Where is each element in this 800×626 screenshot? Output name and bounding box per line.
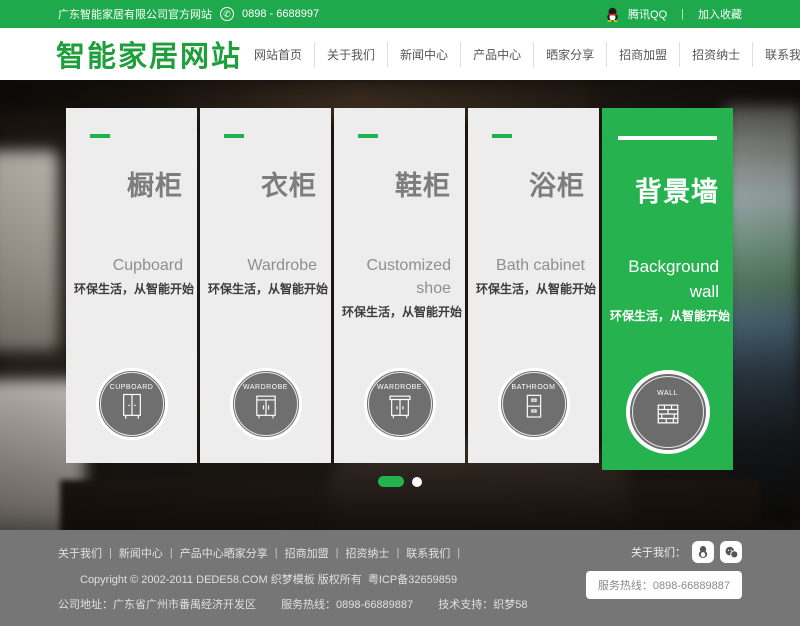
card-badge: CUPBOARD — [96, 368, 168, 440]
nav-item-share[interactable]: 晒家分享 — [533, 42, 606, 67]
product-category-cards: 橱柜 Cupboard 环保生活，从智能开始 CUPBOARD 衣柜 — [66, 108, 733, 470]
company-name: 广东智能家居有限公司官方网站 — [58, 6, 212, 22]
card-badge-label: BATHROOM — [501, 384, 567, 391]
nav-item-contact[interactable]: 联系我们 — [752, 42, 800, 67]
card-accent-dash — [90, 134, 110, 138]
card-badge: BATHROOM — [498, 368, 570, 440]
tech-support: 技术支持：织梦58 — [438, 599, 527, 611]
nav-item-home[interactable]: 网站首页 — [242, 42, 314, 67]
card-badge: WARDROBE — [230, 368, 302, 440]
card-text: Customized shoe 环保生活，从智能开始 — [342, 254, 451, 320]
footer-about-label: 关于我们： — [631, 544, 686, 560]
wall-icon — [652, 398, 684, 430]
phone-icon: ✆ — [220, 7, 234, 21]
nav-item-news[interactable]: 新闻中心 — [387, 42, 460, 67]
footer-link-news[interactable]: 新闻中心 — [119, 545, 163, 561]
card-badge: WARDROBE — [364, 368, 436, 440]
card-bath-cabinet[interactable]: 浴柜 Bath cabinet 环保生活，从智能开始 BATHROOM — [468, 108, 599, 463]
qq-penguin-icon — [605, 7, 620, 22]
service-hotline: 服务热线：0898-66889887 — [281, 599, 413, 611]
nav-item-products[interactable]: 产品中心 — [460, 42, 533, 67]
site-header: 智能家居网站 网站首页 关于我们 新闻中心 产品中心 晒家分享 招商加盟 招资纳… — [0, 28, 800, 80]
add-favorite-link[interactable]: 加入收藏 — [698, 6, 742, 22]
card-subtitle: Cupboard — [74, 254, 183, 277]
page: 广东智能家居有限公司官方网站 ✆ 0898 - 6688997 腾讯QQ | 加… — [0, 0, 800, 626]
footer-separator: | — [109, 547, 112, 559]
card-badge-label: WARDROBE — [233, 384, 299, 391]
card-subtitle: Customized shoe — [342, 254, 451, 300]
card-text: Wardrobe 环保生活，从智能开始 — [208, 254, 317, 297]
nav-item-recruit[interactable]: 招资纳士 — [679, 42, 752, 67]
card-title: 衣柜 — [261, 164, 317, 203]
footer-separator: | — [457, 547, 460, 559]
nav-item-join[interactable]: 招商加盟 — [606, 42, 679, 67]
footer-separator: | — [170, 547, 173, 559]
hero-banner: 橱柜 Cupboard 环保生活，从智能开始 CUPBOARD 衣柜 — [0, 80, 800, 530]
card-tagline: 环保生活，从智能开始 — [342, 303, 451, 320]
card-title: 橱柜 — [127, 164, 183, 203]
topbar: 广东智能家居有限公司官方网站 ✆ 0898 - 6688997 腾讯QQ | 加… — [0, 0, 800, 28]
footer-separator: | — [336, 547, 339, 559]
footer-link-join[interactable]: 招商加盟 — [285, 545, 329, 561]
card-shoe-cabinet[interactable]: 鞋柜 Customized shoe 环保生活，从智能开始 WARDROBE — [334, 108, 465, 463]
card-tagline: 环保生活，从智能开始 — [74, 280, 183, 297]
qq-link[interactable]: 腾讯QQ — [628, 6, 667, 22]
card-title: 浴柜 — [529, 164, 585, 203]
pagination-dot[interactable] — [412, 477, 422, 487]
card-tagline: 环保生活，从智能开始 — [208, 280, 317, 297]
card-tagline: 环保生活，从智能开始 — [476, 280, 585, 297]
card-text: Cupboard 环保生活，从智能开始 — [74, 254, 183, 297]
card-text: Bath cabinet 环保生活，从智能开始 — [476, 254, 585, 297]
footer-link-recruit[interactable]: 招资纳士 — [345, 545, 389, 561]
company-address: 公司地址：广东省广州市番禺经济开发区 — [58, 599, 256, 611]
card-tagline: 环保生活，从智能开始 — [610, 307, 719, 324]
footer-link-about[interactable]: 关于我们 — [58, 545, 102, 561]
footer-link-products-share[interactable]: 产品中心晒家分享 — [180, 545, 268, 561]
card-wardrobe[interactable]: 衣柜 Wardrobe 环保生活，从智能开始 WARDROBE — [200, 108, 331, 463]
card-subtitle: Bath cabinet — [476, 254, 585, 277]
card-badge-label: WALL — [630, 390, 706, 397]
card-title: 背景墙 — [635, 170, 719, 209]
card-badge-label: CUPBOARD — [99, 384, 165, 391]
footer-separator: | — [275, 547, 278, 559]
topbar-phone: 0898 - 6688997 — [242, 8, 319, 20]
qq-icon[interactable] — [692, 541, 714, 563]
card-badge-label: WARDROBE — [367, 384, 433, 391]
card-accent-dash — [492, 134, 512, 138]
wardrobe-icon — [251, 392, 281, 422]
card-title: 鞋柜 — [395, 164, 451, 203]
card-accent-dash — [358, 134, 378, 138]
topbar-separator: | — [681, 8, 684, 20]
shoe-cabinet-icon — [385, 392, 415, 422]
card-cupboard[interactable]: 橱柜 Cupboard 环保生活，从智能开始 CUPBOARD — [66, 108, 197, 463]
card-accent-dash — [618, 136, 717, 140]
footer-social: 关于我们： — [631, 541, 742, 563]
bathroom-cabinet-icon — [519, 392, 549, 422]
card-accent-dash — [224, 134, 244, 138]
hotline-badge: 服务热线：0898-66889887 — [586, 571, 742, 599]
main-nav: 网站首页 关于我们 新闻中心 产品中心 晒家分享 招商加盟 招资纳士 联系我们 — [242, 42, 800, 67]
slider-pagination — [378, 476, 422, 487]
nav-item-about[interactable]: 关于我们 — [314, 42, 387, 67]
cupboard-icon — [117, 392, 147, 422]
footer-link-contact[interactable]: 联系我们 — [406, 545, 450, 561]
footer-separator: | — [396, 547, 399, 559]
card-badge: WALL — [626, 370, 710, 454]
pagination-dot-active[interactable] — [378, 476, 404, 487]
site-logo[interactable]: 智能家居网站 — [56, 33, 242, 75]
footer: 关于我们| 新闻中心| 产品中心晒家分享| 招商加盟| 招资纳士| 联系我们| … — [0, 530, 800, 626]
wechat-icon[interactable] — [720, 541, 742, 563]
card-text: Background wall 环保生活，从智能开始 — [610, 254, 719, 324]
card-background-wall[interactable]: 背景墙 Background wall 环保生活，从智能开始 WALL — [602, 108, 733, 470]
card-subtitle: Background wall — [610, 254, 719, 304]
card-subtitle: Wardrobe — [208, 254, 317, 277]
